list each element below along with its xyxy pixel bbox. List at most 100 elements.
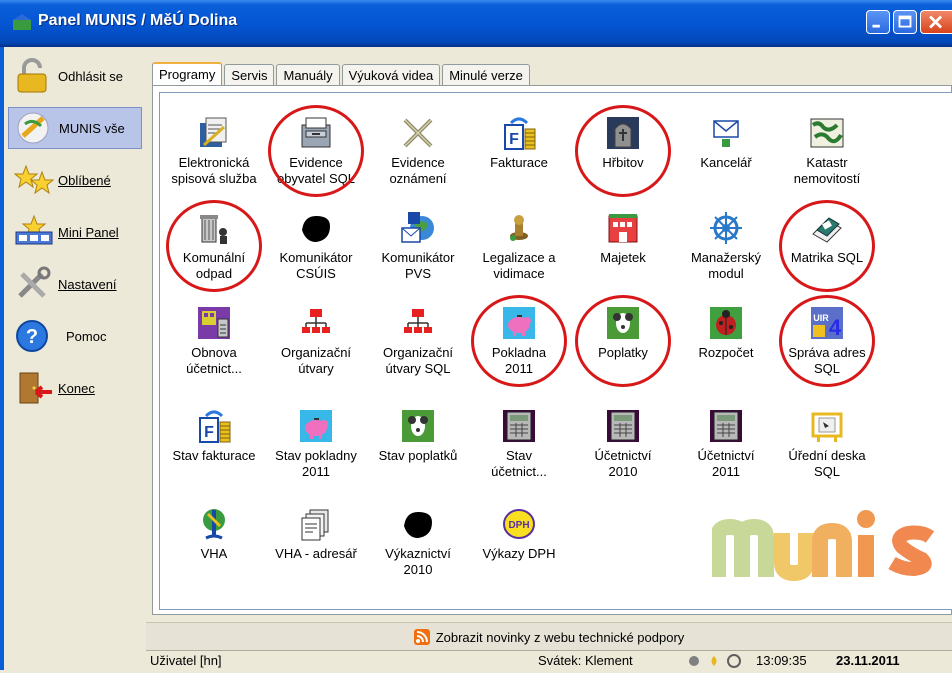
app-tile[interactable]: Účetnictví 2011: [676, 408, 776, 480]
sidebar-item-label: Mini Panel: [58, 224, 119, 240]
sidebar-item-settings[interactable]: Nastavení: [8, 263, 142, 305]
app-label: Rozpočet: [698, 345, 754, 360]
app-tile[interactable]: Legalizace a vidimace: [469, 210, 569, 282]
sidebar: Odhlásit se MUNIS vše Oblíbené Mini Pane…: [4, 47, 146, 670]
app-label: Stav fakturace: [172, 448, 256, 463]
svg-text:4: 4: [829, 315, 842, 340]
app-label: Komunikátor CSÚIS: [279, 250, 353, 281]
app-tile[interactable]: Pokladna 2011: [469, 305, 569, 377]
status-nameday: Svátek: Klement: [538, 653, 633, 668]
app-tile[interactable]: Evidence oznámení: [368, 115, 468, 187]
file-cabinet-icon: [298, 115, 334, 151]
tab-old-versions[interactable]: Minulé verze: [442, 64, 530, 87]
app-tile[interactable]: VHA: [164, 506, 264, 562]
app-label: Organizační útvary: [280, 345, 352, 376]
status-user: Uživatel [hn]: [150, 653, 222, 668]
cards-icon: [298, 506, 334, 542]
app-icon: [13, 14, 31, 30]
sidebar-item-favorites[interactable]: Oblíbené: [8, 159, 142, 201]
notice-board-icon: [809, 408, 845, 444]
sidebar-item-label: MUNIS vše: [59, 120, 125, 136]
sidebar-item-exit[interactable]: Konec: [8, 367, 142, 409]
munis-icon: [17, 112, 49, 144]
app-label: Stav účetnict...: [491, 448, 547, 479]
app-tile[interactable]: Úřední deska SQL: [777, 408, 877, 480]
app-tile[interactable]: Katastr nemovitostí: [777, 115, 877, 187]
news-link[interactable]: Zobrazit novinky z webu technické podpor…: [146, 622, 952, 651]
svg-text:UIR: UIR: [813, 313, 829, 323]
app-tile[interactable]: Kancelář: [676, 115, 776, 171]
app-tile[interactable]: Poplatky: [573, 305, 673, 361]
building-icon: [605, 210, 641, 246]
app-label: Pokladna 2011: [491, 345, 547, 376]
app-label: Účetnictví 2011: [697, 448, 755, 479]
title-bar[interactable]: Panel MUNIS / MěÚ Dolina: [0, 0, 952, 47]
app-label: Správa adres SQL: [788, 345, 866, 376]
app-label: Organizační útvary SQL: [382, 345, 454, 376]
calculator-icon: [708, 408, 744, 444]
maximize-button[interactable]: [893, 10, 917, 34]
crossed-swords-icon: [400, 115, 436, 151]
tools-icon: [18, 266, 51, 298]
app-label: Komunikátor PVS: [381, 250, 455, 281]
app-tile[interactable]: F Fakturace: [469, 115, 569, 171]
app-label: Evidence oznámení: [389, 155, 447, 186]
app-tile[interactable]: Matrika SQL: [777, 210, 877, 266]
app-tile[interactable]: Stav účetnict...: [469, 408, 569, 480]
app-label: Obnova účetnict...: [186, 345, 242, 376]
status-bar: Uživatel [hn] Svátek: Klement 13:09:35 2…: [146, 650, 952, 671]
app-tile[interactable]: Stav poplatků: [368, 408, 468, 464]
programs-panel: Elektronická spisová služba Evidence obyv…: [152, 85, 952, 615]
help-icon: ?: [16, 320, 48, 352]
app-tile[interactable]: Účetnictví 2010: [573, 408, 673, 480]
status-time: 13:09:35: [756, 653, 807, 668]
app-tile[interactable]: VHA - adresář: [266, 506, 366, 562]
app-tile[interactable]: Evidence obyvatel SQL: [266, 115, 366, 187]
minimize-button[interactable]: [866, 10, 890, 34]
envelope-icon: [708, 115, 744, 151]
app-tile[interactable]: Organizační útvary SQL: [368, 305, 468, 377]
app-label: VHA - adresář: [275, 546, 357, 561]
svg-text:?: ?: [26, 326, 38, 348]
app-tile[interactable]: Hřbitov: [573, 115, 673, 171]
app-tile[interactable]: Stav pokladny 2011: [266, 408, 366, 480]
app-label: Poplatky: [598, 345, 648, 360]
sidebar-item-help[interactable]: ? Pomoc: [8, 315, 142, 357]
app-tile[interactable]: Komunikátor CSÚIS: [266, 210, 366, 282]
app-tile[interactable]: DPH Výkazy DPH: [469, 506, 569, 562]
sidebar-item-logout[interactable]: Odhlásit se: [8, 55, 142, 97]
app-tile[interactable]: Výkaznictví 2010: [368, 506, 468, 578]
app-tile[interactable]: Rozpočet: [676, 305, 776, 361]
sidebar-item-label: Nastavení: [58, 276, 117, 292]
app-tile[interactable]: Komunikátor PVS: [368, 210, 468, 282]
org-chart-icon: [400, 305, 436, 341]
app-label: Hřbitov: [602, 155, 644, 170]
app-tile[interactable]: Organizační útvary: [266, 305, 366, 377]
app-label: Výkaznictví 2010: [385, 546, 451, 577]
trash-bin-icon: [196, 210, 232, 246]
app-tile[interactable]: Komunální odpad: [164, 210, 264, 282]
app-label: Legalizace a vidimace: [482, 250, 556, 281]
app-label: Komunální odpad: [182, 250, 246, 281]
stamp-icon: [501, 210, 537, 246]
app-tile[interactable]: Manažerský modul: [676, 210, 776, 282]
app-tile[interactable]: Obnova účetnict...: [164, 305, 264, 377]
rss-icon: [413, 629, 430, 645]
app-tile[interactable]: Elektronická spisová služba: [164, 115, 264, 187]
app-label: Výkazy DPH: [482, 546, 556, 561]
tab-manuals[interactable]: Manuály: [276, 64, 340, 87]
tab-service[interactable]: Servis: [224, 64, 275, 87]
sidebar-item-mini-panel[interactable]: Mini Panel: [8, 211, 142, 253]
app-tile[interactable]: Majetek: [573, 210, 673, 266]
app-tile[interactable]: F Stav fakturace: [164, 408, 264, 464]
globe-mail-icon: [400, 210, 436, 246]
sidebar-item-munis-all[interactable]: MUNIS vše: [8, 107, 142, 149]
ladybug-icon: [708, 305, 744, 341]
close-button[interactable]: [920, 10, 952, 34]
tab-videos[interactable]: Výuková videa: [341, 64, 441, 87]
calculator-grid-icon: [196, 305, 232, 341]
app-label: VHA: [200, 546, 228, 561]
app-tile[interactable]: UIR 4 Správa adres SQL: [777, 305, 877, 377]
app-label: Majetek: [600, 250, 646, 265]
sidebar-item-label: Konec: [58, 380, 95, 396]
